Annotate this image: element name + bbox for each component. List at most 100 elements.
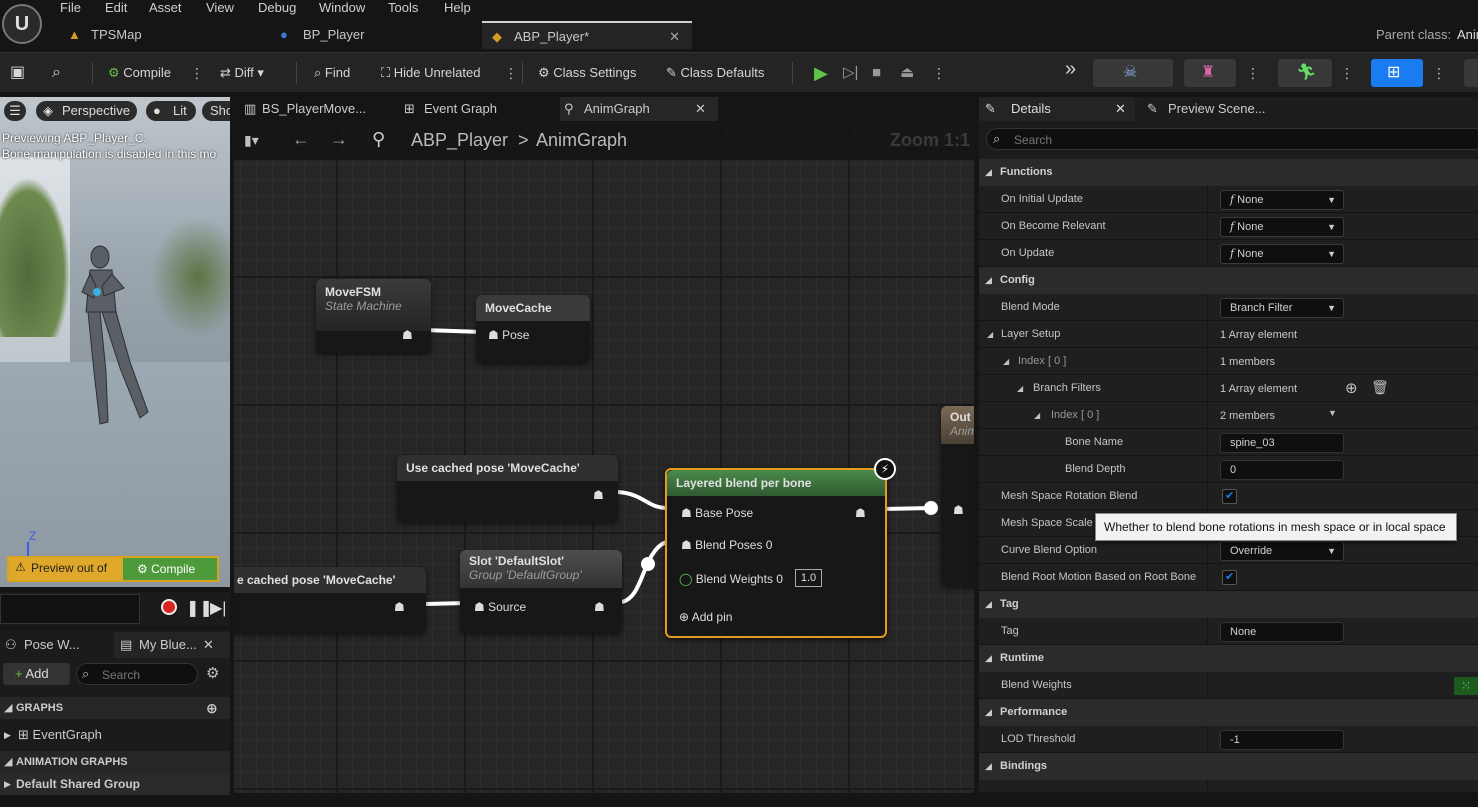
blueprint-options-icon[interactable]: ⋮ bbox=[1432, 62, 1446, 84]
node-movefsm[interactable]: MoveFSM State Machine ☗ bbox=[316, 279, 431, 353]
viewport-menu-button[interactable]: ☰ bbox=[4, 101, 26, 121]
blend-weights-pin[interactable]: ◯ Blend Weights 0 bbox=[679, 572, 783, 586]
settings-icon[interactable]: ⚙ bbox=[206, 664, 219, 682]
node-movecache[interactable]: MoveCache ☗ Pose bbox=[476, 295, 590, 363]
pose-output-pin[interactable]: ☗ bbox=[855, 506, 866, 520]
category-config[interactable]: ◢ Config bbox=[979, 267, 1478, 294]
graphs-section[interactable]: ◢ GRAPHS ⊕ bbox=[0, 697, 230, 719]
details-search-input[interactable]: ⌕ Search bbox=[986, 128, 1478, 150]
browse-icon[interactable]: ⌕ bbox=[52, 63, 61, 83]
expand-toolbar-icon[interactable]: » bbox=[1065, 59, 1076, 79]
menu-tools[interactable]: Tools bbox=[388, 0, 418, 15]
base-pose-pin[interactable]: ☗ Base Pose bbox=[681, 506, 753, 520]
pose-input-pin[interactable]: ☗ Pose bbox=[488, 328, 529, 342]
timeline-scrubber[interactable] bbox=[0, 594, 140, 624]
pose-output-pin[interactable]: ☗ bbox=[594, 600, 605, 614]
menu-asset[interactable]: Asset bbox=[149, 0, 182, 15]
node-use-cached-pose-2[interactable]: e cached pose 'MoveCache' ☗ bbox=[234, 567, 426, 633]
blend-weight-input[interactable]: 1.0 bbox=[795, 569, 822, 587]
on-become-relevant-combo[interactable]: f None ▼ bbox=[1220, 217, 1344, 237]
hide-unrelated-button[interactable]: ⛶ Hide Unrelated bbox=[381, 63, 480, 83]
class-defaults-button[interactable]: ✎ Class Defaults bbox=[666, 63, 764, 83]
parent-class-value[interactable]: Anim bbox=[1457, 27, 1478, 42]
add-element-icon[interactable]: ⊕ bbox=[1345, 379, 1358, 397]
tab-bp-player[interactable]: ● BP_Player bbox=[276, 21, 476, 49]
mode-options-icon[interactable]: ⋮ bbox=[1246, 62, 1260, 84]
viewport-compile-button[interactable]: ⚙ Compile bbox=[123, 558, 217, 580]
stop-icon[interactable]: ■ bbox=[872, 63, 881, 83]
on-initial-update-combo[interactable]: f None ▼ bbox=[1220, 190, 1344, 210]
category-runtime[interactable]: ◢ Runtime bbox=[979, 645, 1478, 672]
node-output-pose[interactable]: Out Anim ☗ bbox=[941, 406, 974, 586]
step-forward-icon[interactable]: ▶| bbox=[210, 598, 226, 618]
tab-event-graph[interactable]: ⊞ Event Graph bbox=[400, 97, 550, 121]
unreal-logo-icon[interactable]: U bbox=[2, 4, 42, 44]
preview-viewport[interactable]: ☰ ◈ Perspective ● Lit Sho Previewing ABP… bbox=[0, 97, 230, 587]
bone-name-input[interactable]: spine_03 bbox=[1220, 433, 1344, 453]
mesh-space-rotation-checkbox[interactable]: ✔ bbox=[1222, 489, 1237, 504]
pose-output-pin[interactable]: ☗ bbox=[394, 600, 405, 614]
node-slot[interactable]: Slot 'DefaultSlot' Group 'DefaultGroup' … bbox=[460, 550, 622, 633]
category-performance[interactable]: ◢ Performance bbox=[979, 699, 1478, 726]
tab-pose-watch[interactable]: ⚇ Pose W... bbox=[0, 632, 110, 658]
add-graph-icon[interactable]: ⊕ bbox=[206, 697, 218, 719]
play-options-icon[interactable]: ⋮ bbox=[932, 62, 946, 84]
close-icon[interactable]: ✕ bbox=[695, 97, 706, 121]
array-grid-icon[interactable]: ⁙ bbox=[1454, 677, 1478, 695]
category-bindings[interactable]: ◢ Bindings bbox=[979, 753, 1478, 780]
node-layered-blend-per-bone[interactable]: Layered blend per bone ☗ Base Pose ☗ ☗ B… bbox=[665, 468, 887, 638]
blueprint-mode-button[interactable]: ⊞ bbox=[1371, 59, 1423, 87]
menu-edit[interactable]: Edit bbox=[105, 0, 127, 15]
tab-tpsmap[interactable]: ▲ TPSMap bbox=[62, 21, 262, 49]
lod-threshold-input[interactable]: -1 bbox=[1220, 730, 1344, 750]
animation-options-icon[interactable]: ⋮ bbox=[1340, 62, 1354, 84]
category-functions[interactable]: ◢ Functions bbox=[979, 159, 1478, 186]
category-tag[interactable]: ◢ Tag bbox=[979, 591, 1478, 618]
pause-icon[interactable]: ❚❚ bbox=[186, 598, 213, 618]
default-shared-group[interactable]: ▶ Default Shared Group bbox=[0, 773, 230, 795]
more-options-icon[interactable]: ⋮ bbox=[504, 62, 518, 84]
result-input-pin[interactable]: ☗ bbox=[953, 503, 964, 517]
blend-mode-combo[interactable]: Branch Filter ▼ bbox=[1220, 298, 1344, 318]
animation-graphs-section[interactable]: ◢ ANIMATION GRAPHS bbox=[0, 751, 230, 773]
menu-window[interactable]: Window bbox=[319, 0, 365, 15]
class-settings-button[interactable]: ⚙ Class Settings bbox=[538, 63, 636, 83]
source-input-pin[interactable]: ☗ Source bbox=[474, 600, 526, 614]
menu-help[interactable]: Help bbox=[444, 0, 471, 15]
menu-view[interactable]: View bbox=[206, 0, 234, 15]
pose-output-pin[interactable]: ☗ bbox=[593, 488, 604, 502]
animation-mode-button[interactable]: 🏃︎ bbox=[1278, 59, 1332, 87]
diff-button[interactable]: ⇄ Diff ▾ bbox=[220, 63, 264, 83]
collapse-icon[interactable]: ◢ bbox=[1034, 411, 1040, 420]
tab-blendspace[interactable]: ▥ BS_PlayerMove... bbox=[238, 97, 390, 121]
blueprint-search-input[interactable]: ⌕ Search bbox=[76, 663, 198, 685]
close-icon[interactable]: ✕ bbox=[1115, 97, 1126, 121]
anim-graph-canvas[interactable]: ▮▾ ← → ⚲ ABP_Player > AnimGraph Zoom 1:1… bbox=[234, 122, 974, 793]
collapse-icon[interactable]: ◢ bbox=[1017, 384, 1023, 393]
curve-blend-combo[interactable]: Override ▼ bbox=[1220, 541, 1344, 561]
menu-file[interactable]: File bbox=[60, 0, 81, 15]
save-icon[interactable]: ▣ bbox=[10, 63, 25, 83]
pose-output-pin[interactable]: ☗ bbox=[402, 328, 413, 342]
collapse-icon[interactable]: ◢ bbox=[1003, 357, 1009, 366]
add-button[interactable]: + Add bbox=[3, 663, 70, 685]
compile-options-icon[interactable]: ⋮ bbox=[190, 62, 204, 84]
blend-depth-input[interactable]: 0 bbox=[1220, 460, 1344, 480]
add-pin-button[interactable]: ⊕ Add pin bbox=[679, 610, 732, 624]
find-button[interactable]: ⌕ Find bbox=[314, 63, 350, 83]
lit-button[interactable]: ● Lit bbox=[146, 101, 196, 121]
blend-poses-pin[interactable]: ☗ Blend Poses 0 bbox=[681, 538, 772, 552]
close-icon[interactable]: ✕ bbox=[203, 632, 214, 658]
collapse-icon[interactable]: ◢ bbox=[987, 330, 993, 339]
show-button[interactable]: Sho bbox=[202, 101, 230, 121]
skeleton-mode-button[interactable]: ☠ bbox=[1093, 59, 1173, 87]
chevron-down-icon[interactable]: ▼ bbox=[1328, 408, 1337, 418]
close-icon[interactable]: ✕ bbox=[669, 23, 680, 51]
perspective-button[interactable]: ◈ Perspective bbox=[36, 101, 137, 121]
compile-button[interactable]: ⚙ Compile bbox=[108, 63, 171, 83]
tag-input[interactable]: None bbox=[1220, 622, 1344, 642]
node-use-cached-pose[interactable]: Use cached pose 'MoveCache' ☗ bbox=[397, 455, 618, 522]
menu-debug[interactable]: Debug bbox=[258, 0, 296, 15]
record-icon[interactable] bbox=[161, 599, 177, 615]
mesh-mode-button[interactable]: ♜ bbox=[1184, 59, 1236, 87]
